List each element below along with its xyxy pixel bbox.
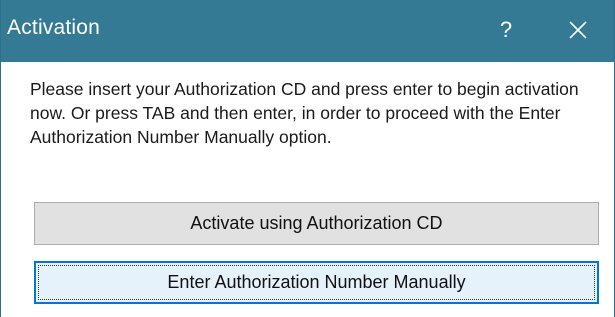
instruction-text: Please insert your Authorization CD and … <box>30 79 579 147</box>
help-button[interactable]: ? <box>477 10 535 50</box>
activate-cd-button[interactable]: Activate using Authorization CD <box>34 202 599 245</box>
enter-manually-button-label: Enter Authorization Number Manually <box>167 272 466 292</box>
activate-cd-button-label: Activate using Authorization CD <box>190 213 443 233</box>
close-icon <box>569 21 587 39</box>
help-icon: ? <box>499 17 513 42</box>
close-button[interactable] <box>549 10 607 50</box>
title-bar: Activation ? <box>1 0 614 62</box>
dialog-title: Activation <box>7 16 101 39</box>
enter-manually-button[interactable]: Enter Authorization Number Manually <box>34 261 599 304</box>
activation-dialog: Activation ? Please insert your Authoriz… <box>0 0 615 317</box>
